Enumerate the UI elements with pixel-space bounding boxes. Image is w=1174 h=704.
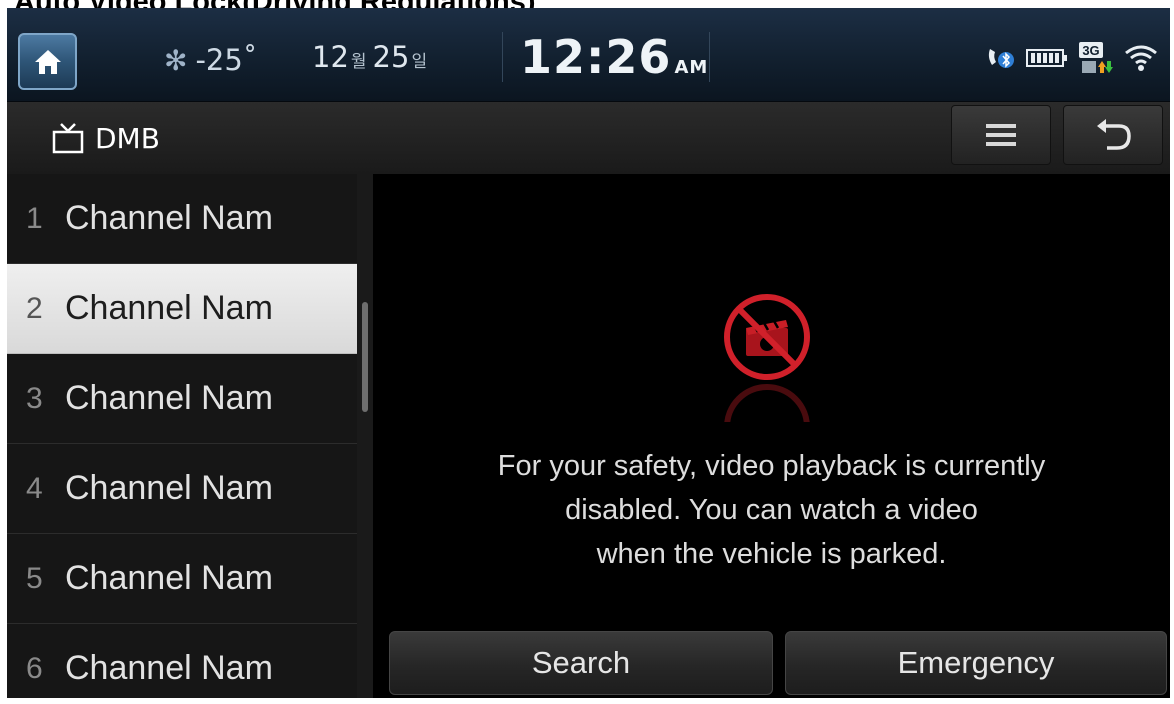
channel-list: 1 Channel Nam 2 Channel Nam 3 Channel Na… xyxy=(7,174,373,698)
back-button[interactable] xyxy=(1063,105,1163,165)
day: 25 xyxy=(372,40,410,74)
month-unit: 월 xyxy=(350,52,367,72)
month: 12 xyxy=(312,40,349,74)
back-icon xyxy=(1097,119,1131,150)
menu-icon xyxy=(986,124,1016,146)
status-divider xyxy=(502,32,503,82)
day-unit: 일 xyxy=(411,52,428,72)
channel-name: Channel Nam xyxy=(65,199,273,237)
channel-name: Channel Nam xyxy=(65,649,273,687)
network-3g-icon: 3G xyxy=(1079,42,1113,73)
channel-number: 5 xyxy=(26,561,43,595)
bluetooth-phone-icon xyxy=(988,49,1014,68)
header-title-text: DMB xyxy=(95,121,160,155)
channel-number: 4 xyxy=(26,471,43,505)
message-line-1: For your safety, video playback is curre… xyxy=(497,450,1046,482)
no-video-icon-reflection xyxy=(724,384,810,422)
video-area: For your safety, video playback is curre… xyxy=(373,174,1170,698)
channel-number: 1 xyxy=(26,201,43,235)
snowflake-icon: ✻ xyxy=(164,43,188,77)
status-icons: 3G xyxy=(984,38,1158,78)
channel-row-3[interactable]: 3 Channel Nam xyxy=(7,354,357,444)
temperature: -25˚ xyxy=(195,43,258,77)
head-unit-screen: ✻ -25˚ 12 월 25 일 12:26 AM 3G DMB 1 Chann… xyxy=(7,8,1170,698)
home-icon xyxy=(34,49,61,74)
message-line-2: disabled. You can watch a video xyxy=(565,494,978,526)
battery-icon xyxy=(1026,49,1067,67)
wifi-icon xyxy=(1125,45,1157,71)
channel-name: Channel Nam xyxy=(65,289,273,327)
channel-number: 3 xyxy=(26,381,43,415)
message-line-3: when the vehicle is parked. xyxy=(596,538,947,570)
status-divider-2 xyxy=(709,32,710,82)
tv-icon xyxy=(52,123,84,154)
date-display: 12 월 25 일 xyxy=(312,40,433,80)
emergency-button[interactable]: Emergency xyxy=(785,631,1167,695)
channel-row-4[interactable]: 4 Channel Nam xyxy=(7,444,357,534)
channel-name: Channel Nam xyxy=(65,379,273,417)
weather-display: ✻ -25˚ xyxy=(164,40,257,80)
home-button[interactable] xyxy=(18,33,77,90)
scrollbar-track[interactable] xyxy=(357,174,373,698)
clock[interactable]: 12:26 AM xyxy=(520,30,708,86)
channel-name: Channel Nam xyxy=(65,559,273,597)
clock-ampm: AM xyxy=(674,57,709,78)
search-button[interactable]: Search xyxy=(389,631,773,695)
channel-row-6[interactable]: 6 Channel Nam xyxy=(7,624,357,698)
channel-row-5[interactable]: 5 Channel Nam xyxy=(7,534,357,624)
channel-row-2[interactable]: 2 Channel Nam xyxy=(7,264,357,354)
clock-time: 12:26 xyxy=(520,30,672,84)
channel-row-1[interactable]: 1 Channel Nam xyxy=(7,174,357,264)
no-video-icon xyxy=(724,294,810,380)
scrollbar-thumb[interactable] xyxy=(362,302,368,412)
menu-button[interactable] xyxy=(951,105,1051,165)
channel-number: 6 xyxy=(26,651,43,685)
header-title: DMB xyxy=(51,116,160,160)
status-bar: ✻ -25˚ 12 월 25 일 12:26 AM 3G xyxy=(7,8,1170,102)
channel-number: 2 xyxy=(26,291,43,325)
channel-name: Channel Nam xyxy=(65,469,273,507)
video-lock-message: For your safety, video playback is curre… xyxy=(383,444,1160,576)
network-label: 3G xyxy=(1082,43,1099,58)
header-bar: DMB xyxy=(7,102,1170,174)
